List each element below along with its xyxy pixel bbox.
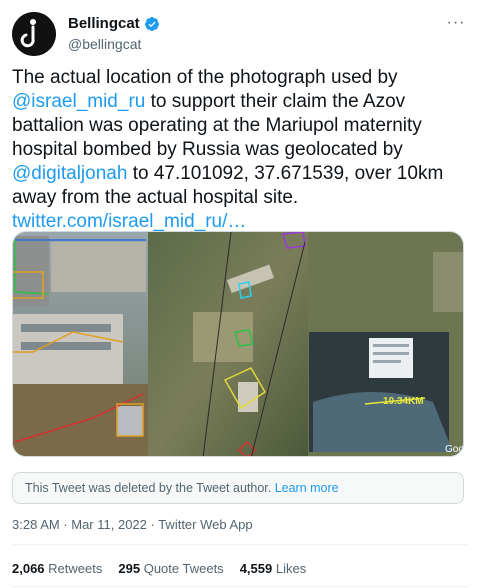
retweets-stat[interactable]: 2,066 Retweets [12, 560, 102, 578]
retweets-label: Retweets [48, 561, 103, 576]
tweet-stats: 2,066 Retweets 295 Quote Tweets 4,559 Li… [12, 560, 306, 578]
deleted-quote-notice: This Tweet was deleted by the Tweet auth… [12, 472, 464, 504]
mention-link[interactable]: @israel_mid_ru [12, 91, 145, 112]
author-handle[interactable]: @bellingcat [68, 35, 160, 53]
tweet-url-link[interactable]: twitter.com/israel_mid_ru/… [12, 211, 246, 232]
quote-tweets-stat[interactable]: 295 Quote Tweets [118, 560, 223, 578]
map-credit-label: Goo [445, 444, 464, 455]
quotes-label: Quote Tweets [143, 561, 224, 576]
more-options-icon[interactable]: ··· [444, 15, 468, 36]
divider [12, 586, 468, 587]
tweet-text: The actual location of the photograph us… [12, 66, 468, 234]
verified-badge-icon [144, 17, 159, 31]
quotes-count: 295 [118, 561, 141, 576]
divider [12, 544, 468, 545]
likes-count: 4,559 [239, 561, 273, 576]
distance-label: 10.34KM [383, 396, 424, 407]
tweet-timestamp[interactable]: 3:28 AM · Mar 11, 2022 · Twitter Web App [12, 516, 253, 534]
author-display-name[interactable]: Bellingcat [68, 14, 140, 34]
bellingcat-logo-icon [12, 12, 56, 56]
avatar[interactable] [12, 12, 56, 56]
learn-more-link[interactable]: Learn more [275, 481, 339, 495]
deleted-notice-text: This Tweet was deleted by the Tweet auth… [25, 481, 272, 495]
author-block[interactable]: Bellingcat @bellingcat [68, 14, 160, 53]
tweet-media-image[interactable]: 10.34KM Goo [12, 231, 464, 457]
tweet-text-part: The actual location of the photograph us… [12, 67, 398, 88]
mention-link[interactable]: @digitaljonah [12, 163, 127, 184]
likes-label: Likes [275, 561, 307, 576]
tweet-header: Bellingcat @bellingcat ··· [12, 12, 468, 56]
likes-stat[interactable]: 4,559 Likes [240, 560, 307, 578]
retweets-count: 2,066 [12, 561, 45, 576]
